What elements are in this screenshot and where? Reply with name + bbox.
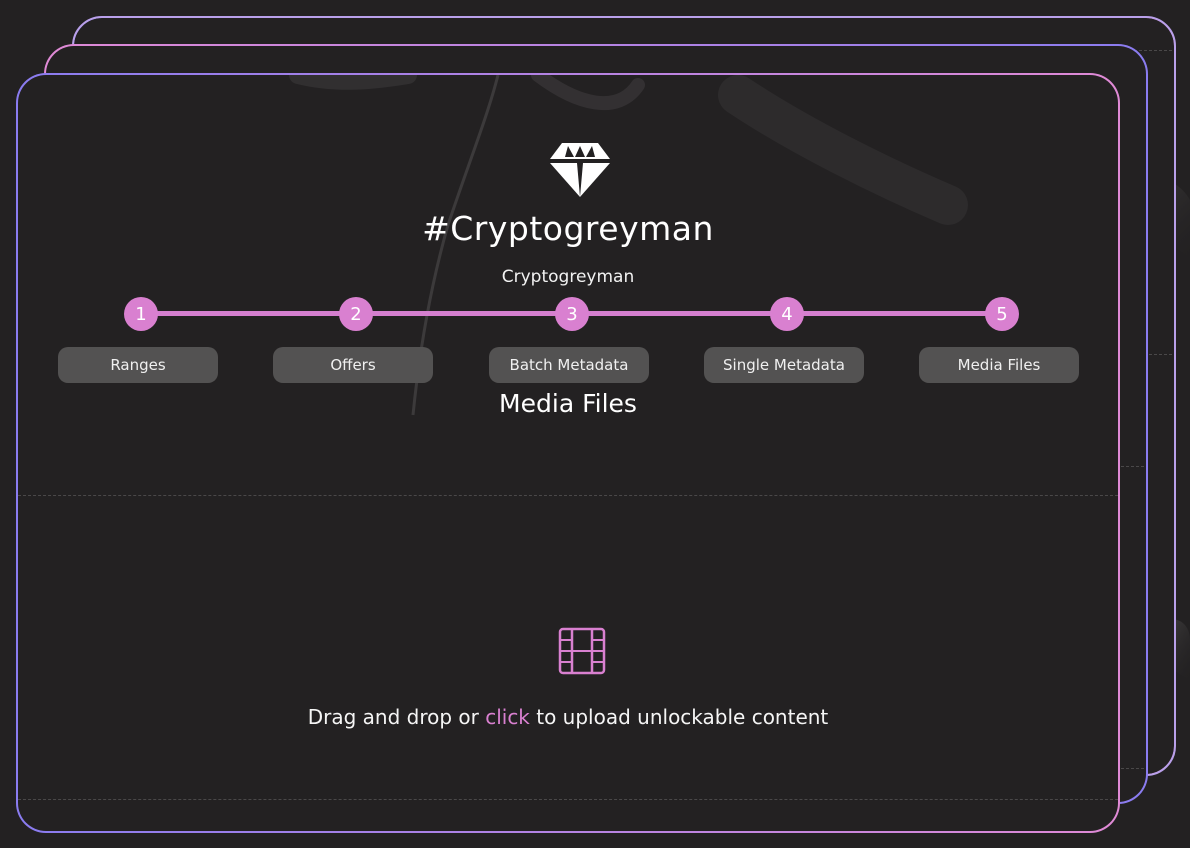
step-single-metadata-button[interactable]: Single Metadata bbox=[704, 347, 864, 383]
step-batch-metadata-button[interactable]: Batch Metadata bbox=[489, 347, 649, 383]
step-media-files-button[interactable]: Media Files bbox=[919, 347, 1079, 383]
upload-card: #Cryptogreyman Cryptogreyman 1 2 3 4 5 R… bbox=[16, 73, 1120, 833]
collection-title: #Cryptogreyman bbox=[422, 209, 714, 248]
step-3-number[interactable]: 3 bbox=[555, 297, 589, 331]
dropzone-bottom-border bbox=[18, 799, 1118, 800]
upload-text-before: Drag and drop or bbox=[307, 705, 486, 729]
step-2-number[interactable]: 2 bbox=[339, 297, 373, 331]
upload-instruction: Drag and drop or click to upload unlocka… bbox=[18, 705, 1118, 729]
step-4-number[interactable]: 4 bbox=[770, 297, 804, 331]
upload-dropzone[interactable]: Drag and drop or click to upload unlocka… bbox=[18, 495, 1118, 799]
step-offers-button[interactable]: Offers bbox=[273, 347, 433, 383]
upload-text-after: to upload unlockable content bbox=[529, 705, 829, 729]
step-1-number[interactable]: 1 bbox=[124, 297, 158, 331]
step-ranges-button[interactable]: Ranges bbox=[58, 347, 218, 383]
section-title: Media Files bbox=[499, 389, 637, 418]
collection-subtitle: Cryptogreyman bbox=[501, 267, 635, 287]
film-icon bbox=[558, 627, 606, 675]
step-5-number[interactable]: 5 bbox=[985, 297, 1019, 331]
diamond-icon bbox=[550, 143, 610, 197]
upload-click-link[interactable]: click bbox=[485, 705, 530, 729]
